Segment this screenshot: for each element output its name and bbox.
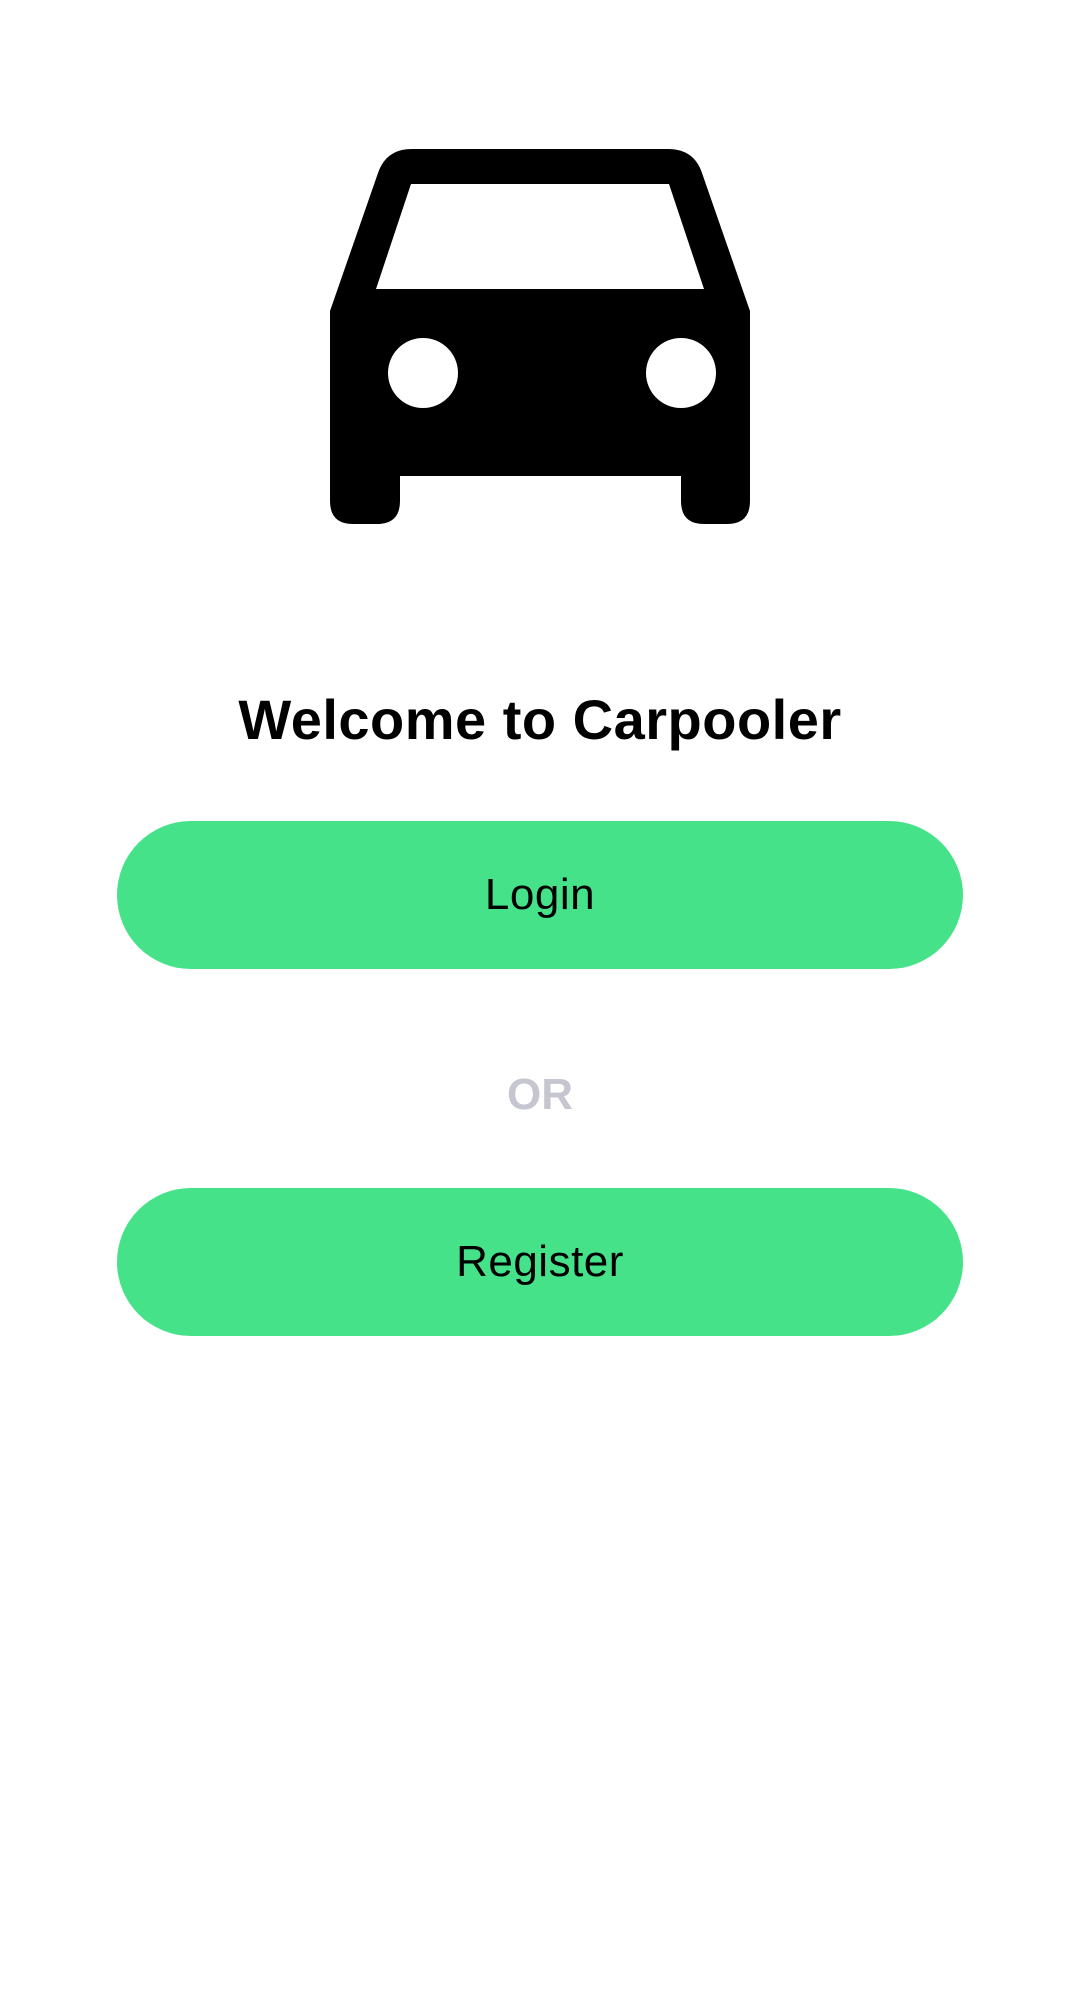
register-button-label: Register xyxy=(456,1237,624,1286)
or-divider-text: OR xyxy=(507,1070,573,1119)
login-button-label: Login xyxy=(484,870,596,919)
car-front-icon xyxy=(330,149,750,524)
register-button[interactable]: Register xyxy=(117,1188,963,1336)
welcome-screen: Welcome to Carpooler Login OR Register xyxy=(0,0,1080,2011)
login-button[interactable]: Login xyxy=(117,821,963,969)
welcome-title: Welcome to Carpooler xyxy=(238,688,842,751)
